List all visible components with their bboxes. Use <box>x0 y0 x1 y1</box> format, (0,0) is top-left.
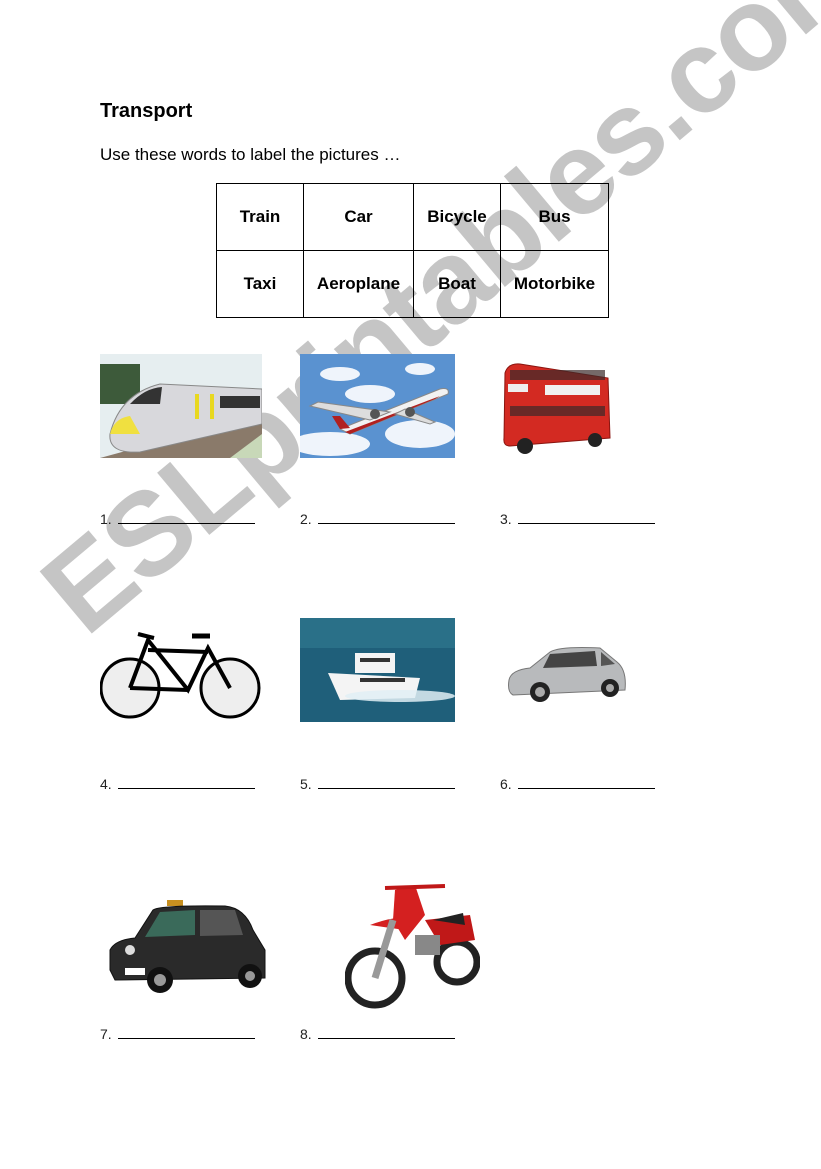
item-number: 4. <box>100 776 112 792</box>
answer-blank[interactable] <box>117 511 255 524</box>
answer-line-2[interactable]: 2. <box>300 511 455 527</box>
word-bank-table: Train Car Bicycle Bus Taxi Aeroplane Boa… <box>216 183 609 318</box>
word-cell: Aeroplane <box>303 250 414 318</box>
answer-line-4[interactable]: 4. <box>100 776 255 792</box>
bicycle-image <box>100 632 261 719</box>
word-bank-row: Train Car Bicycle Bus <box>216 183 609 251</box>
car-image <box>508 647 626 702</box>
answer-line-8[interactable]: 8. <box>300 1026 455 1042</box>
answer-blank[interactable] <box>317 1026 455 1039</box>
answer-blank[interactable] <box>317 511 455 524</box>
word-cell: Train <box>216 183 304 251</box>
page-title: Transport <box>100 100 193 122</box>
motorbike-image <box>345 884 480 1009</box>
answer-blank[interactable] <box>117 1026 255 1039</box>
answer-blank[interactable] <box>317 776 455 789</box>
item-number: 7. <box>100 1026 112 1042</box>
answer-line-6[interactable]: 6. <box>500 776 655 792</box>
train-image <box>100 354 262 458</box>
answer-blank[interactable] <box>517 776 655 789</box>
bus-image <box>503 363 611 454</box>
word-cell: Bicycle <box>413 183 501 251</box>
word-cell: Bus <box>500 183 609 251</box>
word-cell: Taxi <box>216 250 304 318</box>
answer-line-1[interactable]: 1. <box>100 511 255 527</box>
word-cell: Car <box>303 183 414 251</box>
boat-image <box>300 618 455 722</box>
word-cell: Motorbike <box>500 250 609 318</box>
answer-blank[interactable] <box>517 511 655 524</box>
item-number: 5. <box>300 776 312 792</box>
item-number: 2. <box>300 511 312 527</box>
item-number: 3. <box>500 511 512 527</box>
word-cell: Boat <box>413 250 501 318</box>
answer-line-5[interactable]: 5. <box>300 776 455 792</box>
item-number: 6. <box>500 776 512 792</box>
taxi-image <box>109 900 266 993</box>
instructions: Use these words to label the pictures … <box>100 145 401 164</box>
answer-blank[interactable] <box>117 776 255 789</box>
item-number: 8. <box>300 1026 312 1042</box>
aeroplane-image <box>300 354 455 458</box>
answer-line-3[interactable]: 3. <box>500 511 655 527</box>
item-number: 1. <box>100 511 112 527</box>
watermark: ESLprintables.com <box>17 0 821 659</box>
word-bank-row: Taxi Aeroplane Boat Motorbike <box>216 250 609 318</box>
answer-line-7[interactable]: 7. <box>100 1026 255 1042</box>
